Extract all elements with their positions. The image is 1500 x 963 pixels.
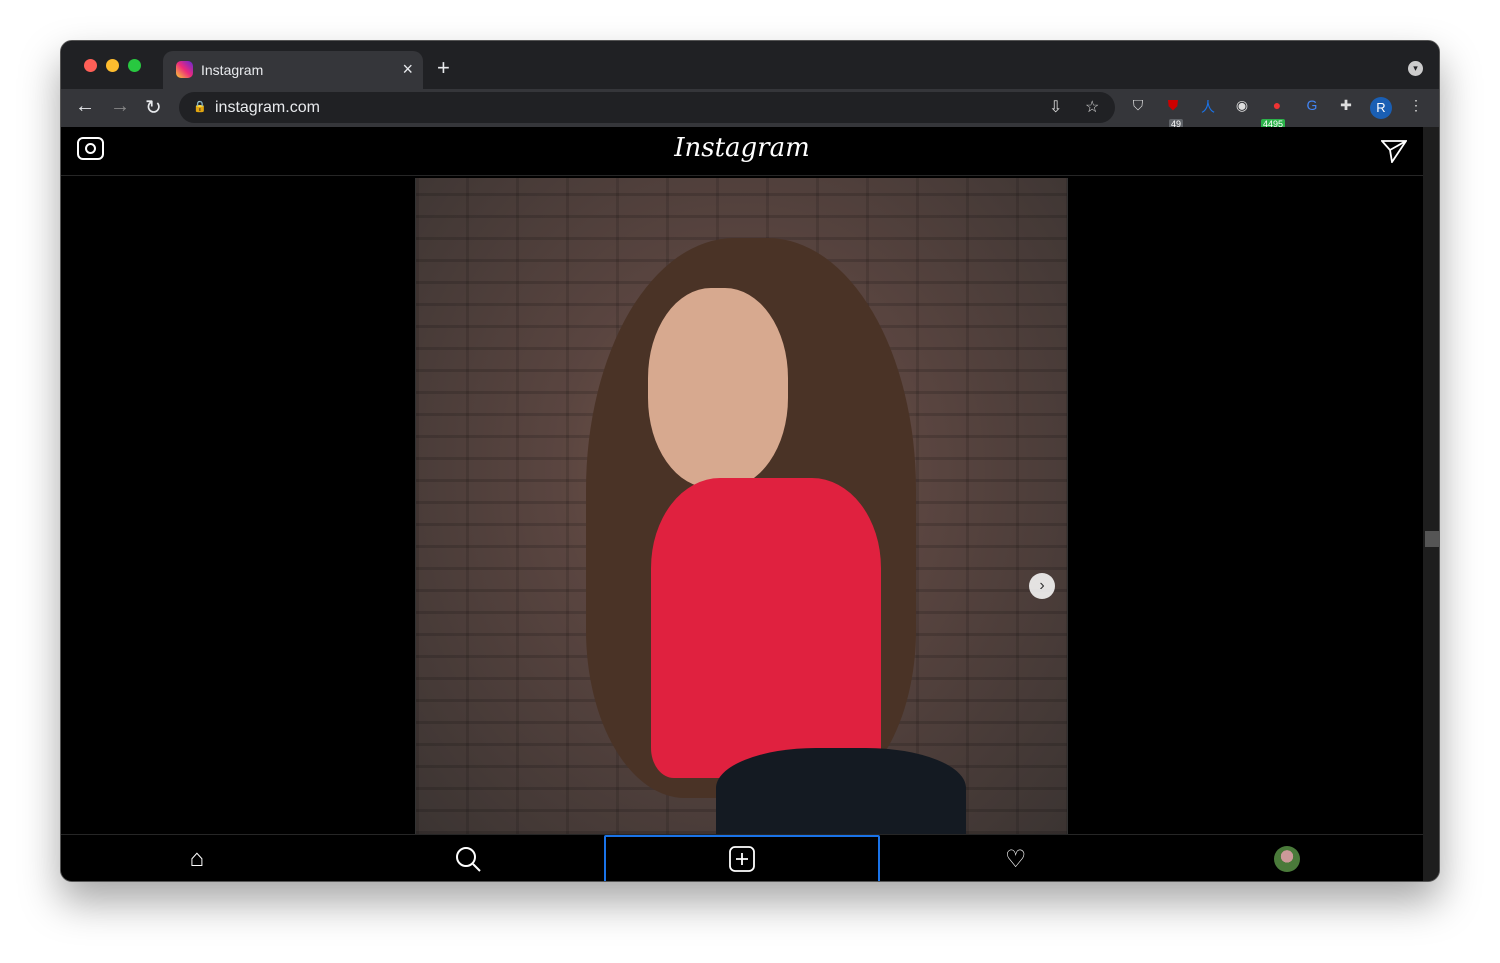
chrome-menu-icon[interactable]: ⋮: [1406, 97, 1426, 117]
translate-extension-icon[interactable]: G: [1302, 97, 1322, 117]
close-tab-icon[interactable]: ×: [402, 59, 413, 80]
spy-extension-icon[interactable]: ◉: [1232, 97, 1252, 117]
activity-heart-icon[interactable]: ♡: [880, 835, 1152, 881]
tab-title: Instagram: [201, 62, 264, 78]
toolbar: ← → ↻ 🔒 instagram.com ⇩ ☆ ⛉ ⛊ 49 人 ◉ ● 449…: [61, 89, 1439, 129]
tab-search-icon[interactable]: ▾: [1408, 61, 1423, 76]
minimize-window-button[interactable]: [106, 59, 119, 72]
url-text: instagram.com: [215, 99, 320, 116]
instagram-page: Instagram › ⌂ ♡: [61, 127, 1423, 881]
tab-bar: Instagram × + ▾: [61, 41, 1439, 89]
post-photo[interactable]: ›: [415, 178, 1068, 834]
instagram-favicon-icon: [176, 61, 193, 78]
new-tab-button[interactable]: +: [437, 55, 450, 81]
bookmark-star-icon[interactable]: ☆: [1085, 97, 1099, 117]
scrollbar-thumb[interactable]: [1425, 531, 1439, 547]
maximize-window-button[interactable]: [128, 59, 141, 72]
profile-avatar-icon: [1274, 846, 1301, 872]
direct-message-icon[interactable]: [1381, 139, 1407, 163]
browser-window: Instagram × + ▾ ← → ↻ 🔒 instagram.com ⇩ …: [60, 40, 1440, 882]
reload-icon[interactable]: ↻: [145, 95, 162, 120]
bottom-nav: ⌂ ♡: [61, 834, 1423, 881]
profile-avatar[interactable]: R: [1370, 97, 1392, 119]
extensions-puzzle-icon[interactable]: ✚: [1336, 97, 1356, 117]
acrobat-extension-icon[interactable]: 人: [1198, 97, 1218, 117]
back-icon[interactable]: ←: [75, 95, 95, 118]
search-icon[interactable]: [333, 835, 605, 881]
new-post-button[interactable]: [604, 835, 880, 881]
plus-square-icon: [729, 846, 755, 872]
forward-icon[interactable]: →: [110, 95, 130, 118]
install-icon[interactable]: ⇩: [1049, 97, 1062, 117]
ublock-extension-icon[interactable]: ⛊ 49: [1163, 97, 1184, 129]
counter-extension-icon[interactable]: ● 4495: [1261, 97, 1287, 129]
tab-instagram[interactable]: Instagram ×: [163, 51, 423, 89]
close-window-button[interactable]: [84, 59, 97, 72]
profile-tab[interactable]: [1151, 835, 1423, 881]
scrollbar[interactable]: [1423, 127, 1439, 881]
instagram-header: Instagram: [61, 127, 1423, 176]
instagram-logo[interactable]: Instagram: [61, 133, 1423, 163]
bitwarden-extension-icon[interactable]: ⛉: [1128, 97, 1148, 117]
next-slide-chevron-icon[interactable]: ›: [1029, 573, 1055, 599]
lock-icon: 🔒: [193, 101, 207, 113]
home-icon[interactable]: ⌂: [61, 835, 333, 881]
address-bar[interactable]: 🔒 instagram.com ⇩ ☆: [179, 92, 1115, 123]
